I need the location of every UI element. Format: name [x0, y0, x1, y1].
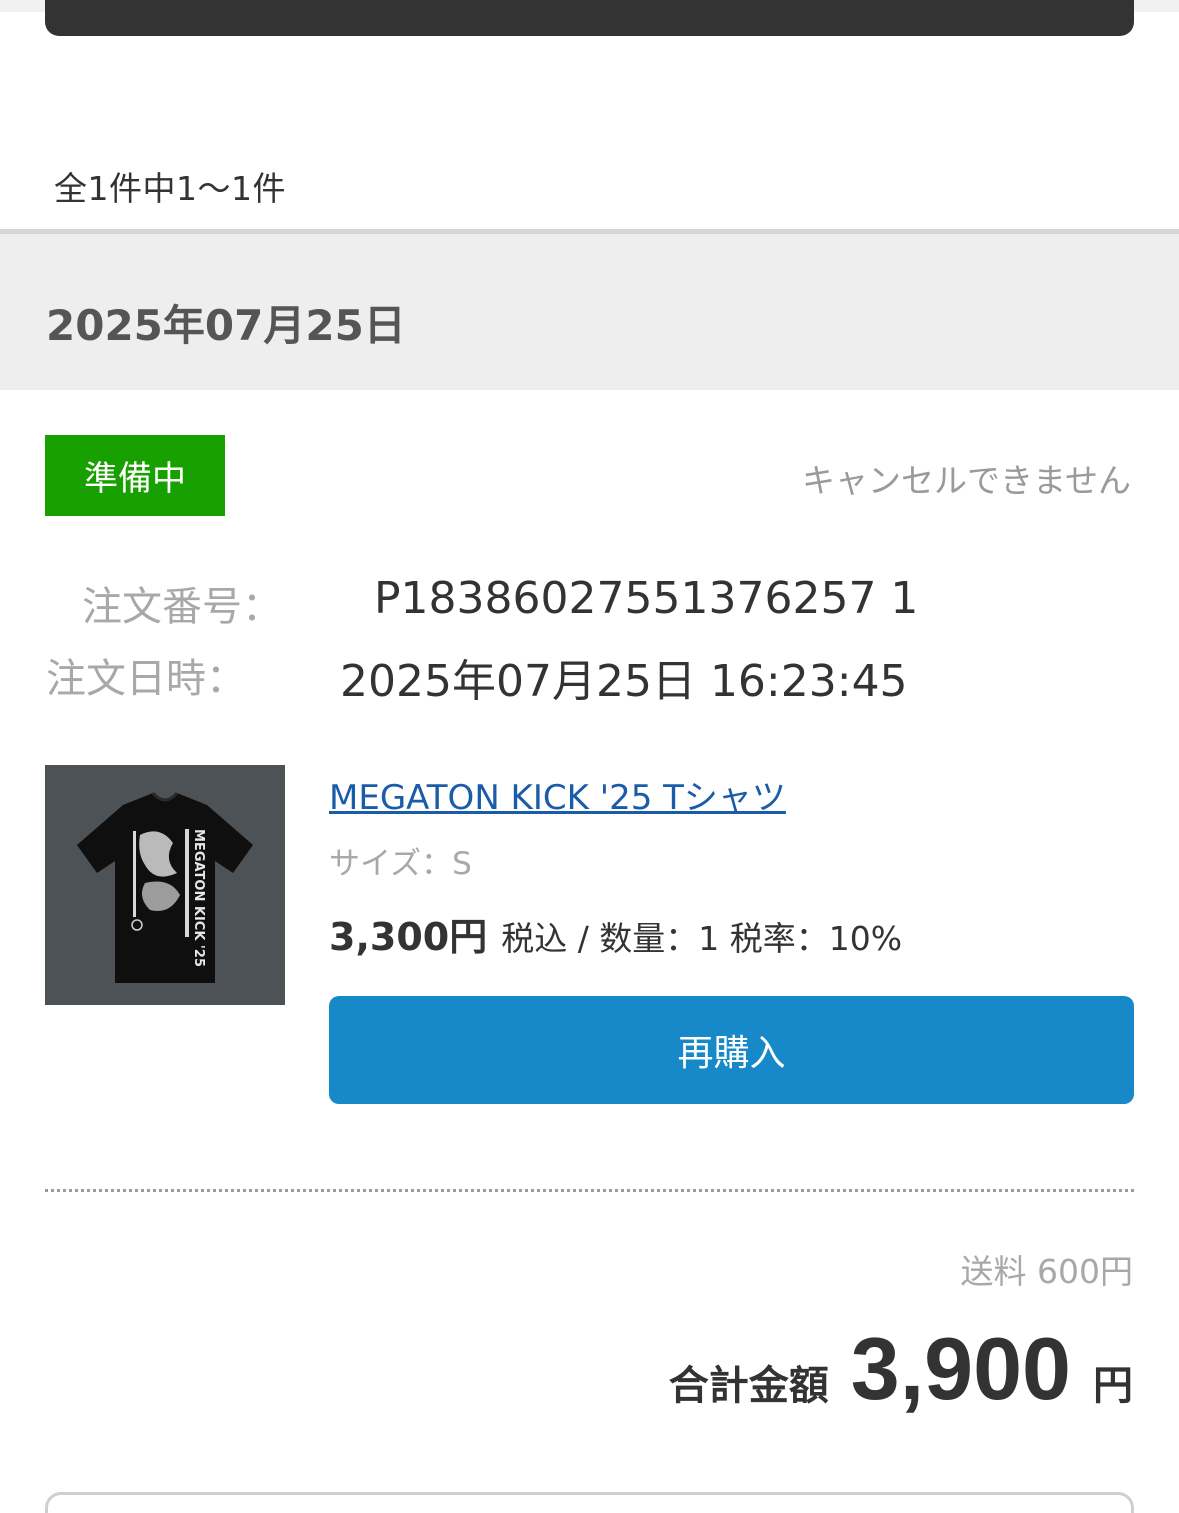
product-price: 3,300円 [329, 915, 488, 959]
dotted-divider [45, 1189, 1134, 1192]
rebuy-button[interactable]: 再購入 [329, 996, 1134, 1104]
order-history-page: 全1件中1〜1件 2025年07月25日 準備中 キャンセルできません 注文番号… [0, 0, 1179, 1513]
tshirt-print-text: MEGATON KICK '25 [191, 829, 206, 967]
total-label: 合計金額 [668, 1363, 829, 1409]
next-card [45, 1492, 1134, 1513]
cancel-note: キャンセルできません [801, 461, 1131, 500]
order-datetime-value: 2025年07月25日 16:23:45 [340, 656, 908, 707]
top-bar [45, 0, 1134, 36]
order-number-label: 注文番号： [82, 584, 282, 630]
tshirt-image: MEGATON KICK '25 [45, 765, 285, 1005]
order-datetime-label: 注文日時： [46, 656, 246, 702]
total-row: 合計金額 3,900 円 [669, 1318, 1133, 1420]
product-price-meta: 税込 / 数量：1 税率：10% [501, 919, 903, 958]
order-number-value: P18386027551376257 1 [374, 573, 919, 624]
product-size: サイズ：S [329, 846, 472, 882]
shipping-fee: 送料 600円 [960, 1252, 1133, 1291]
product-price-line: 3,300円 税込 / 数量：1 税率：10% [329, 906, 902, 961]
order-date-header: 2025年07月25日 [0, 229, 1179, 390]
order-date: 2025年07月25日 [46, 301, 406, 350]
result-count: 全1件中1〜1件 [54, 169, 286, 208]
product-name-link[interactable]: MEGATON KICK '25 Tシャツ [329, 770, 786, 819]
total-amount: 3,900 [850, 1319, 1071, 1418]
total-unit: 円 [1093, 1363, 1133, 1409]
product-thumbnail[interactable]: MEGATON KICK '25 [45, 765, 285, 1005]
status-badge: 準備中 [45, 435, 225, 516]
